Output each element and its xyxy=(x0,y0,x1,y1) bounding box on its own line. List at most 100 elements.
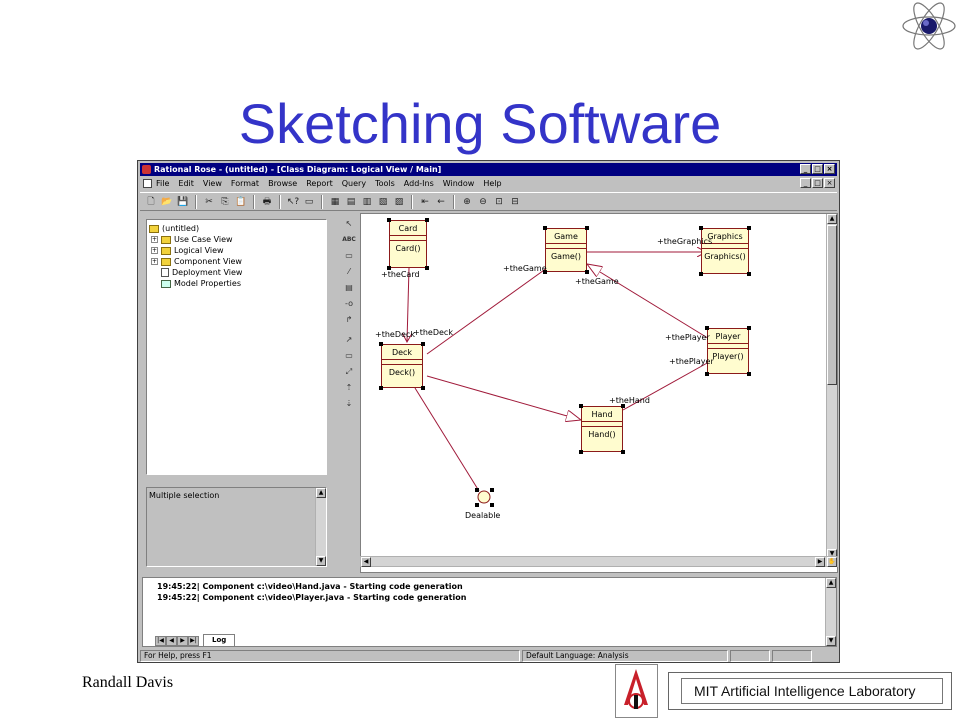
canvas-vertical-scrollbar[interactable]: ▲ ▼ xyxy=(826,214,837,559)
document-menu-icon[interactable] xyxy=(143,179,152,188)
menu-window[interactable]: Window xyxy=(443,179,475,188)
expand-icon[interactable]: + xyxy=(151,247,158,254)
tab-log[interactable]: Log xyxy=(203,634,236,646)
undo-fit-icon[interactable]: ⊟ xyxy=(508,195,522,209)
menu-view[interactable]: View xyxy=(203,179,222,188)
menu-format[interactable]: Format xyxy=(231,179,259,188)
scroll-down-icon[interactable]: ▼ xyxy=(316,556,326,566)
selection-handle[interactable] xyxy=(475,503,479,507)
dependency-tool-icon[interactable]: ⤢ xyxy=(342,365,356,378)
minimize-button[interactable]: _ xyxy=(800,164,811,174)
class-player[interactable]: Player Player() xyxy=(707,328,749,374)
selection-handle[interactable] xyxy=(705,326,709,330)
selection-handle[interactable] xyxy=(425,266,429,270)
maximize-button[interactable]: □ xyxy=(812,164,823,174)
tree-item-model-properties[interactable]: Model Properties xyxy=(161,278,241,289)
model-browser[interactable]: (untitled) + Use Case View + Logical Vie… xyxy=(146,219,327,475)
selection-handle[interactable] xyxy=(747,226,751,230)
browse-interaction-icon[interactable]: ▤ xyxy=(344,195,358,209)
selection-tool-icon[interactable]: ↖ xyxy=(342,217,356,230)
menu-report[interactable]: Report xyxy=(306,179,333,188)
print-icon[interactable]: 🖶 xyxy=(260,195,274,209)
save-icon[interactable]: 💾 xyxy=(176,195,190,209)
selection-handle[interactable] xyxy=(379,342,383,346)
selection-handle[interactable] xyxy=(421,342,425,346)
browse-parent-icon[interactable]: ▨ xyxy=(392,195,406,209)
selection-handle[interactable] xyxy=(705,372,709,376)
menu-edit[interactable]: Edit xyxy=(178,179,194,188)
canvas-horizontal-scrollbar[interactable]: ◀ ▶ ✋ xyxy=(360,556,838,567)
association-tool-icon[interactable]: ↱ xyxy=(342,313,356,326)
scroll-up-icon[interactable]: ▲ xyxy=(316,488,326,498)
browse-component-icon[interactable]: ▥ xyxy=(360,195,374,209)
zoom-back-icon[interactable]: ← xyxy=(434,195,448,209)
tab-prev-icon[interactable]: ◀ xyxy=(166,636,177,646)
scroll-thumb[interactable] xyxy=(827,225,837,385)
tab-last-icon[interactable]: ▶| xyxy=(188,636,199,646)
cut-icon[interactable]: ✂ xyxy=(202,195,216,209)
tree-item-logical-view[interactable]: + Logical View xyxy=(151,245,224,256)
class-tool-icon[interactable]: ▤ xyxy=(342,281,356,294)
child-restore-button[interactable]: □ xyxy=(812,178,823,188)
documentation-panel[interactable]: Multiple selection ▲ ▼ xyxy=(146,487,327,567)
selection-handle[interactable] xyxy=(585,226,589,230)
window-titlebar[interactable]: Rational Rose - (untitled) - [Class Diag… xyxy=(140,163,837,176)
unidirectional-association-tool-icon[interactable]: ↗ xyxy=(342,333,356,346)
selection-handle[interactable] xyxy=(621,450,625,454)
realize-tool-icon[interactable]: ⇣ xyxy=(342,397,356,410)
browse-class-icon[interactable]: ▦ xyxy=(328,195,342,209)
tree-item-component-view[interactable]: + Component View xyxy=(151,256,242,267)
zoom-in-icon[interactable]: ⊕ xyxy=(460,195,474,209)
generalization-tool-icon[interactable]: ⇡ xyxy=(342,381,356,394)
new-icon[interactable]: 🗋 xyxy=(144,195,158,209)
open-icon[interactable]: 📂 xyxy=(160,195,174,209)
selection-handle[interactable] xyxy=(425,218,429,222)
menu-tools[interactable]: Tools xyxy=(375,179,395,188)
class-hand[interactable]: Hand Hand() xyxy=(581,406,623,452)
menu-help[interactable]: Help xyxy=(483,179,501,188)
selection-handle[interactable] xyxy=(475,488,479,492)
anchor-note-tool-icon[interactable]: ⁄ xyxy=(342,265,356,278)
browse-deployment-icon[interactable]: ▧ xyxy=(376,195,390,209)
expand-icon[interactable]: + xyxy=(151,258,158,265)
menu-query[interactable]: Query xyxy=(342,179,366,188)
selection-handle[interactable] xyxy=(490,503,494,507)
selection-handle[interactable] xyxy=(579,404,583,408)
doc-scrollbar[interactable]: ▲ ▼ xyxy=(315,488,326,566)
class-game[interactable]: Game Game() xyxy=(545,228,587,272)
selection-handle[interactable] xyxy=(747,326,751,330)
child-minimize-button[interactable]: _ xyxy=(800,178,811,188)
package-tool-icon[interactable]: ▭ xyxy=(342,349,356,362)
menu-file[interactable]: File xyxy=(156,179,169,188)
menu-add-ins[interactable]: Add-Ins xyxy=(404,179,434,188)
tree-root[interactable]: (untitled) xyxy=(149,223,199,234)
scroll-up-icon[interactable]: ▲ xyxy=(826,578,836,588)
close-button[interactable]: × xyxy=(824,164,835,174)
browse-previous-icon[interactable]: ⇤ xyxy=(418,195,432,209)
text-tool-icon[interactable]: ABC xyxy=(342,233,356,246)
selection-handle[interactable] xyxy=(699,226,703,230)
tree-item-deployment-view[interactable]: Deployment View xyxy=(161,267,242,278)
selection-handle[interactable] xyxy=(543,226,547,230)
selection-handle[interactable] xyxy=(490,488,494,492)
menu-browse[interactable]: Browse xyxy=(268,179,297,188)
selection-handle[interactable] xyxy=(747,372,751,376)
view-doc-icon[interactable]: ▭ xyxy=(302,195,316,209)
class-card[interactable]: Card Card() xyxy=(389,220,427,268)
paste-icon[interactable]: 📋 xyxy=(234,195,248,209)
class-deck[interactable]: Deck Deck() xyxy=(381,344,423,388)
selection-handle[interactable] xyxy=(421,386,425,390)
zoom-out-icon[interactable]: ⊖ xyxy=(476,195,490,209)
tree-item-use-case-view[interactable]: + Use Case View xyxy=(151,234,233,245)
selection-handle[interactable] xyxy=(699,272,703,276)
selection-handle[interactable] xyxy=(585,270,589,274)
selection-handle[interactable] xyxy=(579,450,583,454)
selection-handle[interactable] xyxy=(379,386,383,390)
note-tool-icon[interactable]: ▭ xyxy=(342,249,356,262)
context-help-icon[interactable]: ↖? xyxy=(286,195,300,209)
fit-window-icon[interactable]: ⊡ xyxy=(492,195,506,209)
class-graphics[interactable]: Graphics Graphics() xyxy=(701,228,749,274)
selection-handle[interactable] xyxy=(747,272,751,276)
log-window[interactable]: 19:45:22| Component c:\video\Hand.java -… xyxy=(142,577,837,647)
copy-icon[interactable]: ⎘ xyxy=(218,195,232,209)
